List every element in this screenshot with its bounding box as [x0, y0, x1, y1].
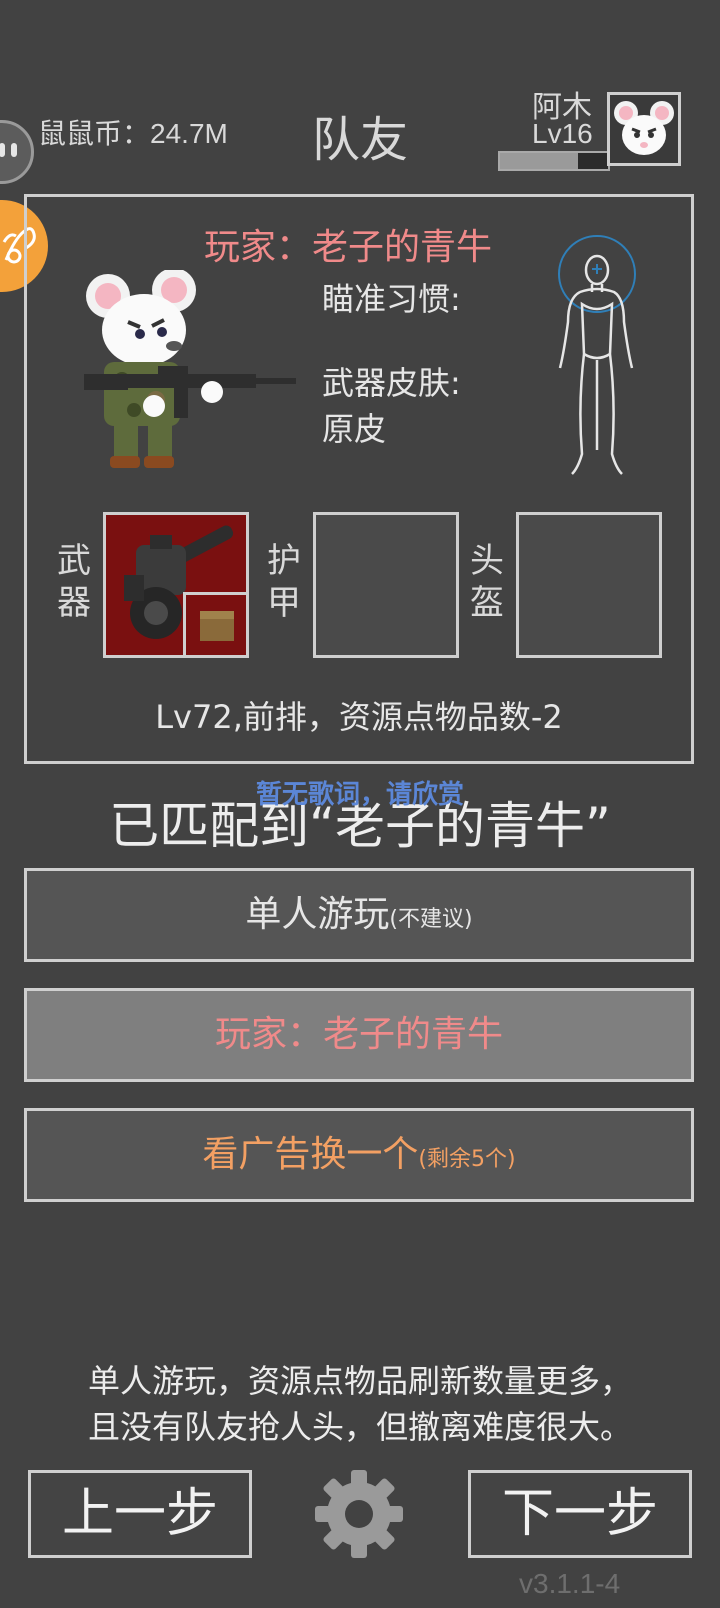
ammo-subslot[interactable]: [183, 592, 249, 658]
teammate-name: 玩家：老子的青牛: [204, 227, 493, 268]
weapon-slot[interactable]: [103, 512, 249, 658]
watch-ad-swap-button[interactable]: 看广告换一个(剩余5个): [24, 1108, 694, 1202]
xp-progress-bar: [498, 151, 610, 171]
next-step-button[interactable]: 下一步: [468, 1470, 692, 1558]
aim-habit-label: 瞄准习惯:: [322, 280, 461, 318]
weapon-skin-label: 武器皮肤:: [322, 364, 461, 402]
xp-progress-fill: [500, 153, 578, 169]
version-label: v3.1.1-4: [519, 1568, 621, 1599]
coin-label: 鼠鼠币：: [38, 117, 151, 150]
watch-ad-label: 看广告换一个: [202, 1134, 419, 1175]
mode-hint-line2: 且没有队友抢人头，但撤离难度很大。: [87, 1408, 632, 1446]
lyric-overlay: 暂无歌词，请欣赏: [255, 780, 464, 810]
coin-balance: 鼠鼠币：24.7M: [38, 112, 228, 152]
gear-icon[interactable]: [313, 1468, 405, 1560]
solo-play-label: 单人游玩: [245, 894, 390, 935]
armor-slot[interactable]: [313, 512, 459, 658]
chat-icon: [0, 143, 17, 157]
page-title: 队友: [312, 112, 409, 168]
weapon-slot-label: 武器: [57, 541, 91, 623]
mode-hint-line1: 单人游玩，资源点物品刷新数量更多，: [87, 1362, 632, 1400]
teammate-stats: Lv72,前排，资源点物品数-2: [155, 698, 563, 736]
side-menu-button[interactable]: [0, 120, 34, 184]
select-teammate-label: 玩家：老子的青牛: [214, 1014, 503, 1055]
coin-value: 24.7M: [150, 118, 228, 149]
solo-play-button[interactable]: 单人游玩(不建议): [24, 868, 694, 962]
mouse-soldier-icon: [84, 270, 296, 468]
armor-slot-label: 护甲: [267, 541, 301, 623]
ammo-box-icon: [200, 611, 234, 641]
helmet-slot[interactable]: [516, 512, 662, 658]
mouse-avatar-icon: [614, 101, 674, 155]
player-level: Lv16: [532, 118, 593, 149]
helmet-slot-label: 头盔: [470, 541, 504, 623]
solo-play-note: (不建议): [389, 907, 473, 932]
watch-ad-remaining: (剩余5个): [418, 1147, 516, 1172]
weapon-skin-value: 原皮: [322, 410, 387, 448]
mode-hint: 单人游玩，资源点物品刷新数量更多， 且没有队友抢人头，但撤离难度很大。: [0, 1358, 720, 1450]
select-teammate-button[interactable]: 玩家：老子的青牛: [24, 988, 694, 1082]
previous-step-button[interactable]: 上一步: [28, 1470, 252, 1558]
player-avatar[interactable]: [607, 92, 681, 166]
body-hitbox-icon: [558, 235, 636, 475]
